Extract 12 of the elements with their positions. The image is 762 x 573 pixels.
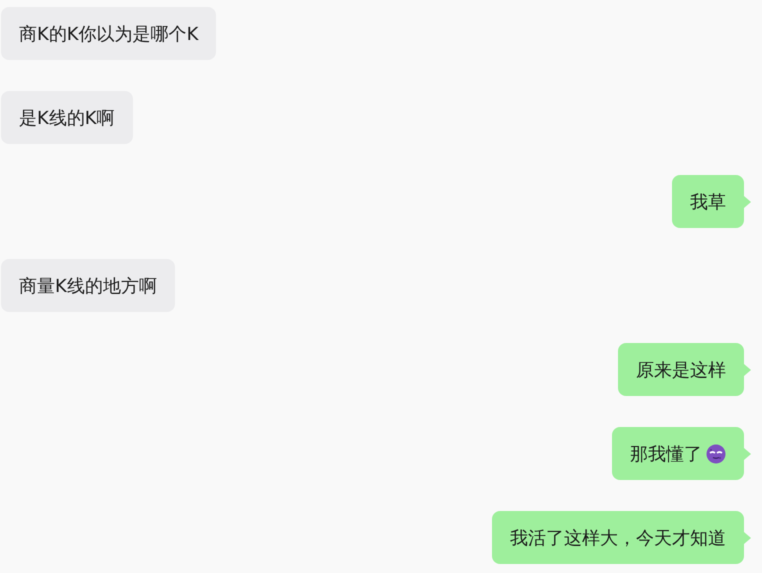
message-bubble: 商量K线的地方啊 — [1, 259, 175, 312]
bubble-tail — [744, 532, 751, 544]
message-bubble: 原来是这样 — [618, 343, 744, 396]
bubble-tail — [744, 196, 751, 208]
bubble-tail — [744, 448, 751, 460]
message-bubble: 是K线的K啊 — [1, 91, 133, 144]
face-emoji-icon — [706, 444, 726, 464]
message-bubble: 商K的K你以为是哪个K — [1, 7, 216, 60]
bubble-tail — [744, 364, 751, 376]
message-bubble: 那我懂了 — [612, 427, 744, 480]
message-bubble: 我草 — [672, 175, 744, 228]
message-bubble: 我活了这样大，今天才知道 — [492, 511, 744, 564]
